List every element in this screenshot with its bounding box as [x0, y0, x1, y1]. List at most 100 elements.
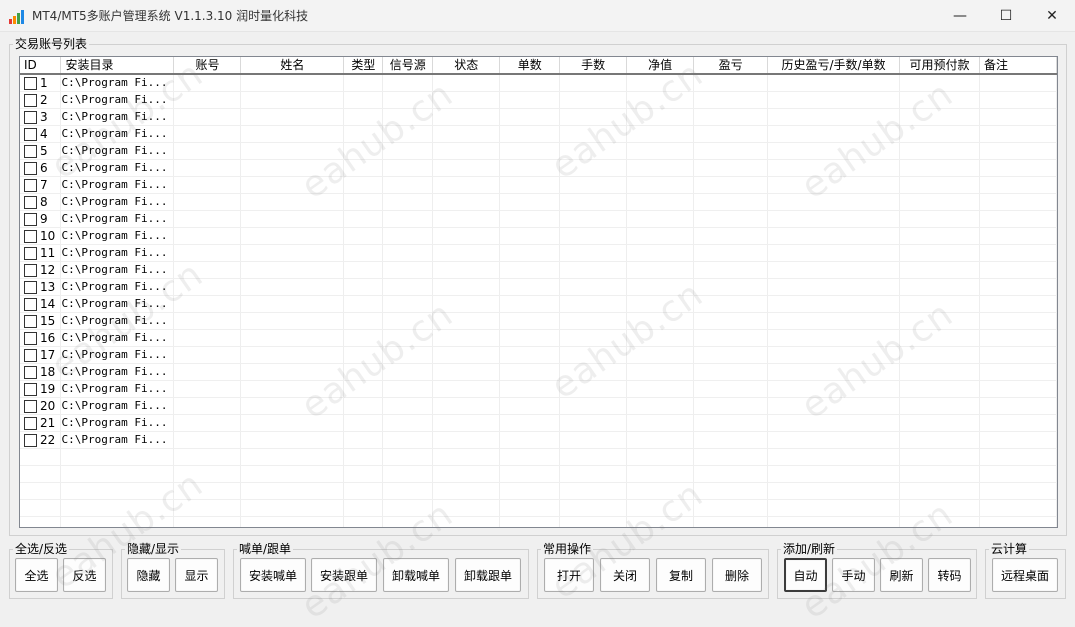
refresh-button[interactable]: 刷新 — [880, 558, 923, 592]
table-row[interactable]: 5 C:\Program Fi... — [20, 142, 1057, 160]
column-header[interactable]: 姓名 — [240, 57, 345, 75]
row-checkbox[interactable] — [24, 229, 37, 243]
id-cell[interactable]: 6 — [20, 159, 62, 177]
id-cell[interactable]: 8 — [20, 193, 62, 211]
delete-button[interactable]: 删除 — [712, 558, 762, 592]
row-checkbox[interactable] — [24, 161, 37, 175]
id-cell[interactable]: 16 — [20, 329, 62, 347]
id-cell[interactable]: 14 — [20, 295, 62, 313]
remote-desktop-button[interactable]: 远程桌面 — [992, 558, 1058, 592]
table-row[interactable]: 17 C:\Program Fi... — [20, 346, 1057, 364]
table-row[interactable]: 19 C:\Program Fi... — [20, 380, 1057, 398]
row-checkbox[interactable] — [24, 280, 37, 294]
id-cell[interactable]: 1 — [20, 74, 62, 92]
hide-button[interactable]: 隐藏 — [127, 558, 170, 592]
row-checkbox[interactable] — [24, 314, 37, 328]
id-cell[interactable]: 12 — [20, 261, 62, 279]
install-call-button[interactable]: 安装喊单 — [240, 558, 306, 592]
transcode-button[interactable]: 转码 — [928, 558, 971, 592]
table-row[interactable]: 15 C:\Program Fi... — [20, 312, 1057, 330]
id-cell[interactable]: 20 — [20, 397, 62, 415]
column-header[interactable]: 账号 — [173, 57, 242, 75]
select-all-button[interactable]: 全选 — [15, 558, 58, 592]
show-button[interactable]: 显示 — [175, 558, 218, 592]
column-header[interactable]: ID — [20, 57, 62, 75]
accounts-list[interactable]: ID 安装目录 账号 姓名 类型 信号源 状态 单数 手数 净值 盈亏 历史盈亏… — [19, 56, 1058, 528]
id-cell[interactable]: 18 — [20, 363, 62, 381]
auto-button[interactable]: 自动 — [784, 558, 827, 592]
column-header[interactable]: 类型 — [343, 57, 384, 75]
manual-button[interactable]: 手动 — [832, 558, 875, 592]
table-row[interactable]: 2 C:\Program Fi... — [20, 91, 1057, 109]
column-header[interactable]: 盈亏 — [693, 57, 769, 75]
id-cell[interactable]: 11 — [20, 244, 62, 262]
id-cell[interactable]: 5 — [20, 142, 62, 160]
uninstall-call-button[interactable]: 卸载喊单 — [383, 558, 449, 592]
row-checkbox[interactable] — [24, 93, 37, 107]
table-row[interactable]: 12 C:\Program Fi... — [20, 261, 1057, 279]
column-header[interactable]: 历史盈亏/手数/单数 — [767, 57, 901, 75]
table-row[interactable]: 4 C:\Program Fi... — [20, 125, 1057, 143]
row-checkbox[interactable] — [24, 365, 37, 379]
table-row[interactable]: 8 C:\Program Fi... — [20, 193, 1057, 211]
row-checkbox[interactable] — [24, 246, 37, 260]
uninstall-follow-button[interactable]: 卸载跟单 — [455, 558, 521, 592]
column-header[interactable]: 安装目录 — [60, 57, 175, 75]
row-checkbox[interactable] — [24, 416, 37, 430]
row-checkbox[interactable] — [24, 127, 37, 141]
row-checkbox[interactable] — [24, 348, 37, 362]
id-cell[interactable]: 15 — [20, 312, 62, 330]
id-cell[interactable]: 22 — [20, 431, 62, 449]
id-cell[interactable]: 3 — [20, 108, 62, 126]
column-header[interactable]: 状态 — [432, 57, 501, 75]
row-checkbox[interactable] — [24, 144, 37, 158]
close-button[interactable]: 关闭 — [600, 558, 650, 592]
open-button[interactable]: 打开 — [544, 558, 594, 592]
table-row[interactable]: 1 C:\Program Fi... — [20, 74, 1057, 92]
table-row[interactable]: 14 C:\Program Fi... — [20, 295, 1057, 313]
column-header[interactable]: 备注 — [979, 57, 1057, 75]
column-header[interactable]: 单数 — [499, 57, 561, 75]
id-cell[interactable]: 17 — [20, 346, 62, 364]
row-checkbox[interactable] — [24, 263, 37, 277]
table-row[interactable]: 16 C:\Program Fi... — [20, 329, 1057, 347]
table-row[interactable]: 3 C:\Program Fi... — [20, 108, 1057, 126]
row-checkbox[interactable] — [24, 110, 37, 124]
table-row[interactable]: 21 C:\Program Fi... — [20, 414, 1057, 432]
table-row[interactable]: 9 C:\Program Fi... — [20, 210, 1057, 228]
id-cell[interactable]: 2 — [20, 91, 62, 109]
table-row[interactable]: 20 C:\Program Fi... — [20, 397, 1057, 415]
column-header[interactable]: 信号源 — [382, 57, 434, 75]
row-checkbox[interactable] — [24, 399, 37, 413]
column-header[interactable]: 手数 — [559, 57, 628, 75]
id-cell[interactable]: 13 — [20, 278, 62, 296]
table-row[interactable]: 22 C:\Program Fi... — [20, 431, 1057, 449]
maximize-icon[interactable]: ☐ — [983, 0, 1029, 31]
column-header[interactable]: 可用预付款 — [899, 57, 980, 75]
row-checkbox[interactable] — [24, 433, 37, 447]
row-checkbox[interactable] — [24, 178, 37, 192]
id-cell[interactable]: 21 — [20, 414, 62, 432]
minimize-icon[interactable]: — — [937, 0, 983, 31]
table-row[interactable]: 13 C:\Program Fi... — [20, 278, 1057, 296]
id-cell[interactable]: 10 — [20, 227, 62, 245]
copy-button[interactable]: 复制 — [656, 558, 706, 592]
table-row[interactable]: 18 C:\Program Fi... — [20, 363, 1057, 381]
install-follow-button[interactable]: 安装跟单 — [311, 558, 377, 592]
id-cell[interactable]: 4 — [20, 125, 62, 143]
table-row[interactable]: 11 C:\Program Fi... — [20, 244, 1057, 262]
row-checkbox[interactable] — [24, 195, 37, 209]
close-icon[interactable]: ✕ — [1029, 0, 1075, 31]
row-checkbox[interactable] — [24, 382, 37, 396]
table-row[interactable]: 6 C:\Program Fi... — [20, 159, 1057, 177]
id-cell[interactable]: 7 — [20, 176, 62, 194]
invert-selection-button[interactable]: 反选 — [63, 558, 106, 592]
table-row[interactable]: 7 C:\Program Fi... — [20, 176, 1057, 194]
id-cell[interactable]: 9 — [20, 210, 62, 228]
row-checkbox[interactable] — [24, 76, 37, 90]
row-checkbox[interactable] — [24, 297, 37, 311]
row-checkbox[interactable] — [24, 212, 37, 226]
id-cell[interactable]: 19 — [20, 380, 62, 398]
row-checkbox[interactable] — [24, 331, 37, 345]
column-header[interactable]: 净值 — [626, 57, 695, 75]
